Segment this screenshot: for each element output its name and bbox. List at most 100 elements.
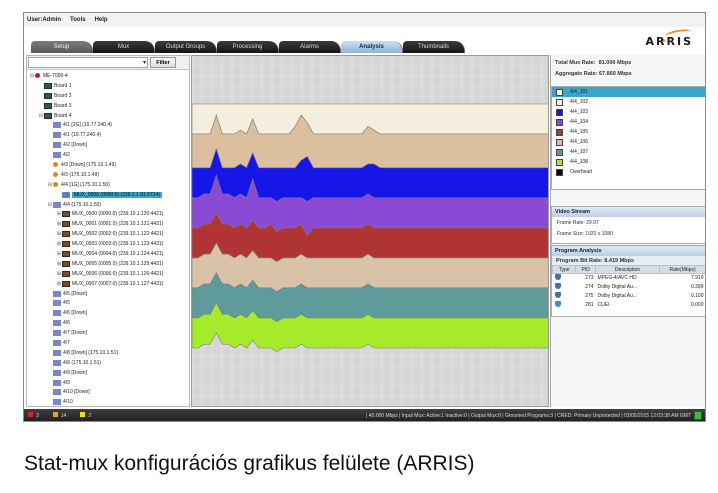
tree-node[interactable]: ⊟ 4/4 [1G] (175.10.1.50) [27,180,189,190]
tree-node[interactable]: ⊟ ME-7000-4 [27,71,189,81]
legend-item[interactable]: 4/4_103 [552,107,705,117]
tree-node[interactable]: 4/2 [27,150,189,160]
tab-setup[interactable]: Setup [31,41,93,53]
tree-node[interactable]: Board 1 [27,81,189,91]
tree-node-label: 4/5 [63,300,70,307]
frame-size-label: Frame Size: [557,230,584,237]
tree-node[interactable]: 4/7 [27,338,189,348]
tree-node[interactable]: ⊞ MUX_0001 (0001:0) (239.10.1.121:4421) [27,219,189,229]
alarm-count[interactable]: 3 [28,412,39,419]
tree-node[interactable]: 4/2 [Down] [27,140,189,150]
program-icon [62,221,70,228]
legend-item[interactable]: 4/4_101 [552,87,705,97]
tree-node-label: 4/4 [1G] (175.10.1.50) [61,181,110,188]
tree-node[interactable]: 4/6 [27,318,189,328]
program-icon [62,270,70,277]
tree-node[interactable]: ⊞ MUX_0005 (0005:0) (239.10.1.125:4421) [27,259,189,269]
program-icon [62,211,70,218]
tree-node[interactable]: 4/1 (10.77.240.4) [27,130,189,140]
port-icon [53,310,61,317]
video-stream-header: Video Stream [552,207,705,217]
tree-node[interactable]: Board 3 [27,101,189,111]
warning-port-icon [53,182,58,188]
tree-node[interactable]: Board 2 [27,91,189,101]
program-description-cell: Dolby Digital Au... [597,284,637,290]
tab-thumbnails[interactable]: Thumbnails [403,41,465,53]
frame-rate-label: Frame Rate: [557,219,585,226]
legend-item[interactable]: Overhead [552,167,705,177]
col-rate[interactable]: Rate(Mbps) [659,265,705,274]
program-analysis-panel: Program Analysis Program Bit Rate: 8.419… [551,245,706,317]
tab-analysis[interactable]: Analysis [341,41,403,53]
program-type-cell [553,292,576,301]
legend-item[interactable]: 4/4_107 [552,147,705,157]
tree-node[interactable]: 4/5 [27,298,189,308]
legend-item[interactable]: 4/4_102 [552,97,705,107]
tree-node-label: 4/8 [Down] (175.10.1.51) [63,349,119,356]
col-description[interactable]: Description [595,265,661,274]
program-row[interactable]: 274 Dolby Digital Au... 0.399 [553,283,706,292]
program-row[interactable]: 273 MPEG-4/AVC HD 7.919 [553,274,706,283]
tree-node-label: 4/10 [63,399,73,406]
alarm-count[interactable]: 2 [80,412,91,419]
filter-combo[interactable]: ▾ [28,57,148,68]
program-row[interactable]: 275 Dolby Digital Au... 0.100 [553,292,706,301]
tree-node[interactable]: ⊞ MUX_0004 (0004:0) (239.10.1.124:4421) [27,249,189,259]
alarm-severity-icon [52,412,58,417]
tree-node[interactable]: ⊟ 4/4 (175.10.1.50) [27,200,189,210]
tree-node[interactable]: 4/3 (175.10.1.49) [27,170,189,180]
tree-node-label: MUX_0003 (0003:0) (239.10.1.123:4421) [72,241,164,248]
tree-node[interactable]: ⊞ MUX_0006 (0006:0) (239.10.1.126:4421) [27,269,189,279]
tree-node[interactable]: 4/1 [1G] (10.77.240.4) [27,120,189,130]
menu-user[interactable]: User:Admin [27,17,61,23]
tree-node[interactable]: 4/9 [Down] [27,368,189,378]
menu-help[interactable]: Help [95,17,108,23]
tree-node[interactable]: ⊞ MUX_0000 (0000:0) (239.10.1.120:4421) [27,209,189,219]
col-pid[interactable]: PID [575,265,597,274]
tree-node[interactable]: 4/6 [Down] [27,308,189,318]
analysis-side-panel: Total Mux Rate: 81.000 Mbps Aggregate Ra… [550,55,706,407]
status-text: | 40.000 Mbps | Input Mux: Active:1 Inac… [366,412,691,419]
port-icon [53,359,61,366]
tree-node[interactable]: 4/5 [Down] [27,289,189,299]
tree-node[interactable]: 4/10 [Down] [27,388,189,398]
data-icon [554,301,561,307]
tree-node-label: MUX_0002 (0002:0) (239.10.1.122:4421) [72,231,164,238]
tree-node-label: Board 2 [54,92,72,99]
tree-node[interactable]: MUX_0000 (0000:0) (239.2.1.91:5724) [27,190,189,200]
legend-item[interactable]: 4/4_105 [552,127,705,137]
legend-item[interactable]: 4/4_108 [552,157,705,167]
tree-node[interactable]: ⊞ MUX_0002 (0002:0) (239.10.1.122:4421) [27,229,189,239]
menu-tools[interactable]: Tools [70,17,86,23]
col-type[interactable]: Type [551,265,577,274]
legend-item[interactable]: 4/4_104 [552,117,705,127]
program-bit-rate: Program Bit Rate: 8.419 Mbps [552,256,705,265]
tree-node[interactable]: ⊞ MUX_0007 (0007:0) (239.10.1.127:4421) [27,279,189,289]
legend-label: 4/4_102 [570,99,589,105]
tree-node-label: 4/10 [Down] [63,389,90,396]
port-icon [53,349,61,356]
tab-mux[interactable]: Mux [93,41,155,53]
port-icon [53,290,61,297]
legend-item[interactable]: 4/4_106 [552,137,705,147]
tab-processing[interactable]: Processing [217,41,279,53]
tree-node[interactable]: ⊟ Board 4 [27,111,189,121]
alarm-count-value: 3 [36,413,39,419]
tab-alarms[interactable]: Alarms [279,41,341,53]
mux-icon [62,191,70,198]
tree-node[interactable]: 4/7 [Down] [27,328,189,338]
tree-node[interactable]: 4/3 [Down] (175.10.1.49) [27,160,189,170]
legend-swatch [556,108,563,116]
tree-node[interactable]: 4/10 [27,397,189,407]
alarm-count[interactable]: 14 [52,412,66,419]
tree-node[interactable]: 4/9 [27,378,189,388]
tree-node-label: MUX_0005 (0005:0) (239.10.1.125:4421) [72,260,164,267]
program-row[interactable]: 281 CUEI 0.000 [553,301,706,310]
filter-button[interactable]: Filter [150,57,176,68]
tree-node[interactable]: 4/8 [Down] (175.10.1.51) [27,348,189,358]
filter-row: ▾ Filter [27,56,189,70]
tree-node[interactable]: ⊞ MUX_0003 (0003:0) (239.10.1.123:4421) [27,239,189,249]
tree-node[interactable]: 4/8 (175.10.1.51) [27,358,189,368]
tab-output-groups[interactable]: Output Groups [155,41,217,53]
chevron-down-icon[interactable]: ▾ [143,59,146,66]
